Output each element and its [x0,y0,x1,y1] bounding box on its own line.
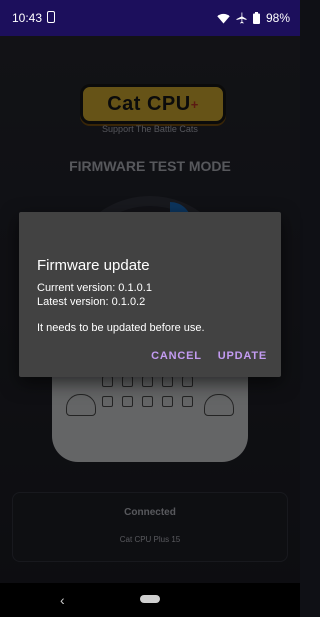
device-key [102,376,113,387]
dialog-actions: CANCEL UPDATE [151,350,267,362]
status-time: 10:43 [12,11,43,25]
back-icon[interactable]: ‹ [60,592,65,608]
cat-cpu-logo: Cat CPU + [80,84,226,124]
logo-text: Cat CPU [107,92,191,115]
battery-icon [252,12,260,24]
connection-status: Connected [124,507,176,518]
update-button[interactable]: UPDATE [218,350,267,362]
battery-percent: 98% [265,11,290,25]
device-left-button [66,394,96,416]
device-key [142,396,153,407]
device-key [162,376,173,387]
navigation-bar: ‹ [0,583,300,617]
airplane-icon [236,12,247,24]
dialog-title: Firmware update [37,257,150,274]
connection-card: Connected Cat CPU Plus 15 [12,492,288,562]
wifi-icon [217,13,230,24]
home-pill-icon[interactable] [140,595,160,603]
status-icons: 98% [217,11,290,25]
logo-plus: + [190,96,199,112]
device-key [182,376,193,387]
device-key [102,396,113,407]
mode-title: FIRMWARE TEST MODE [69,158,231,174]
app-notification-icon [47,11,55,23]
firmware-update-dialog: Firmware update Current version: 0.1.0.1… [19,212,281,377]
tagline: Support The Battle Cats [102,124,198,134]
device-key [182,396,193,407]
device-key [122,396,133,407]
cancel-button[interactable]: CANCEL [151,350,202,362]
device-key [122,376,133,387]
dialog-message: It needs to be updated before use. [37,322,205,334]
current-version-text: Current version: 0.1.0.1 [37,282,152,294]
latest-version-text: Latest version: 0.1.0.2 [37,296,146,308]
device-right-button [204,394,234,416]
device-key [162,396,173,407]
device-key [142,376,153,387]
connected-device-name: Cat CPU Plus 15 [119,535,181,544]
status-bar: 10:43 98% [0,0,300,36]
